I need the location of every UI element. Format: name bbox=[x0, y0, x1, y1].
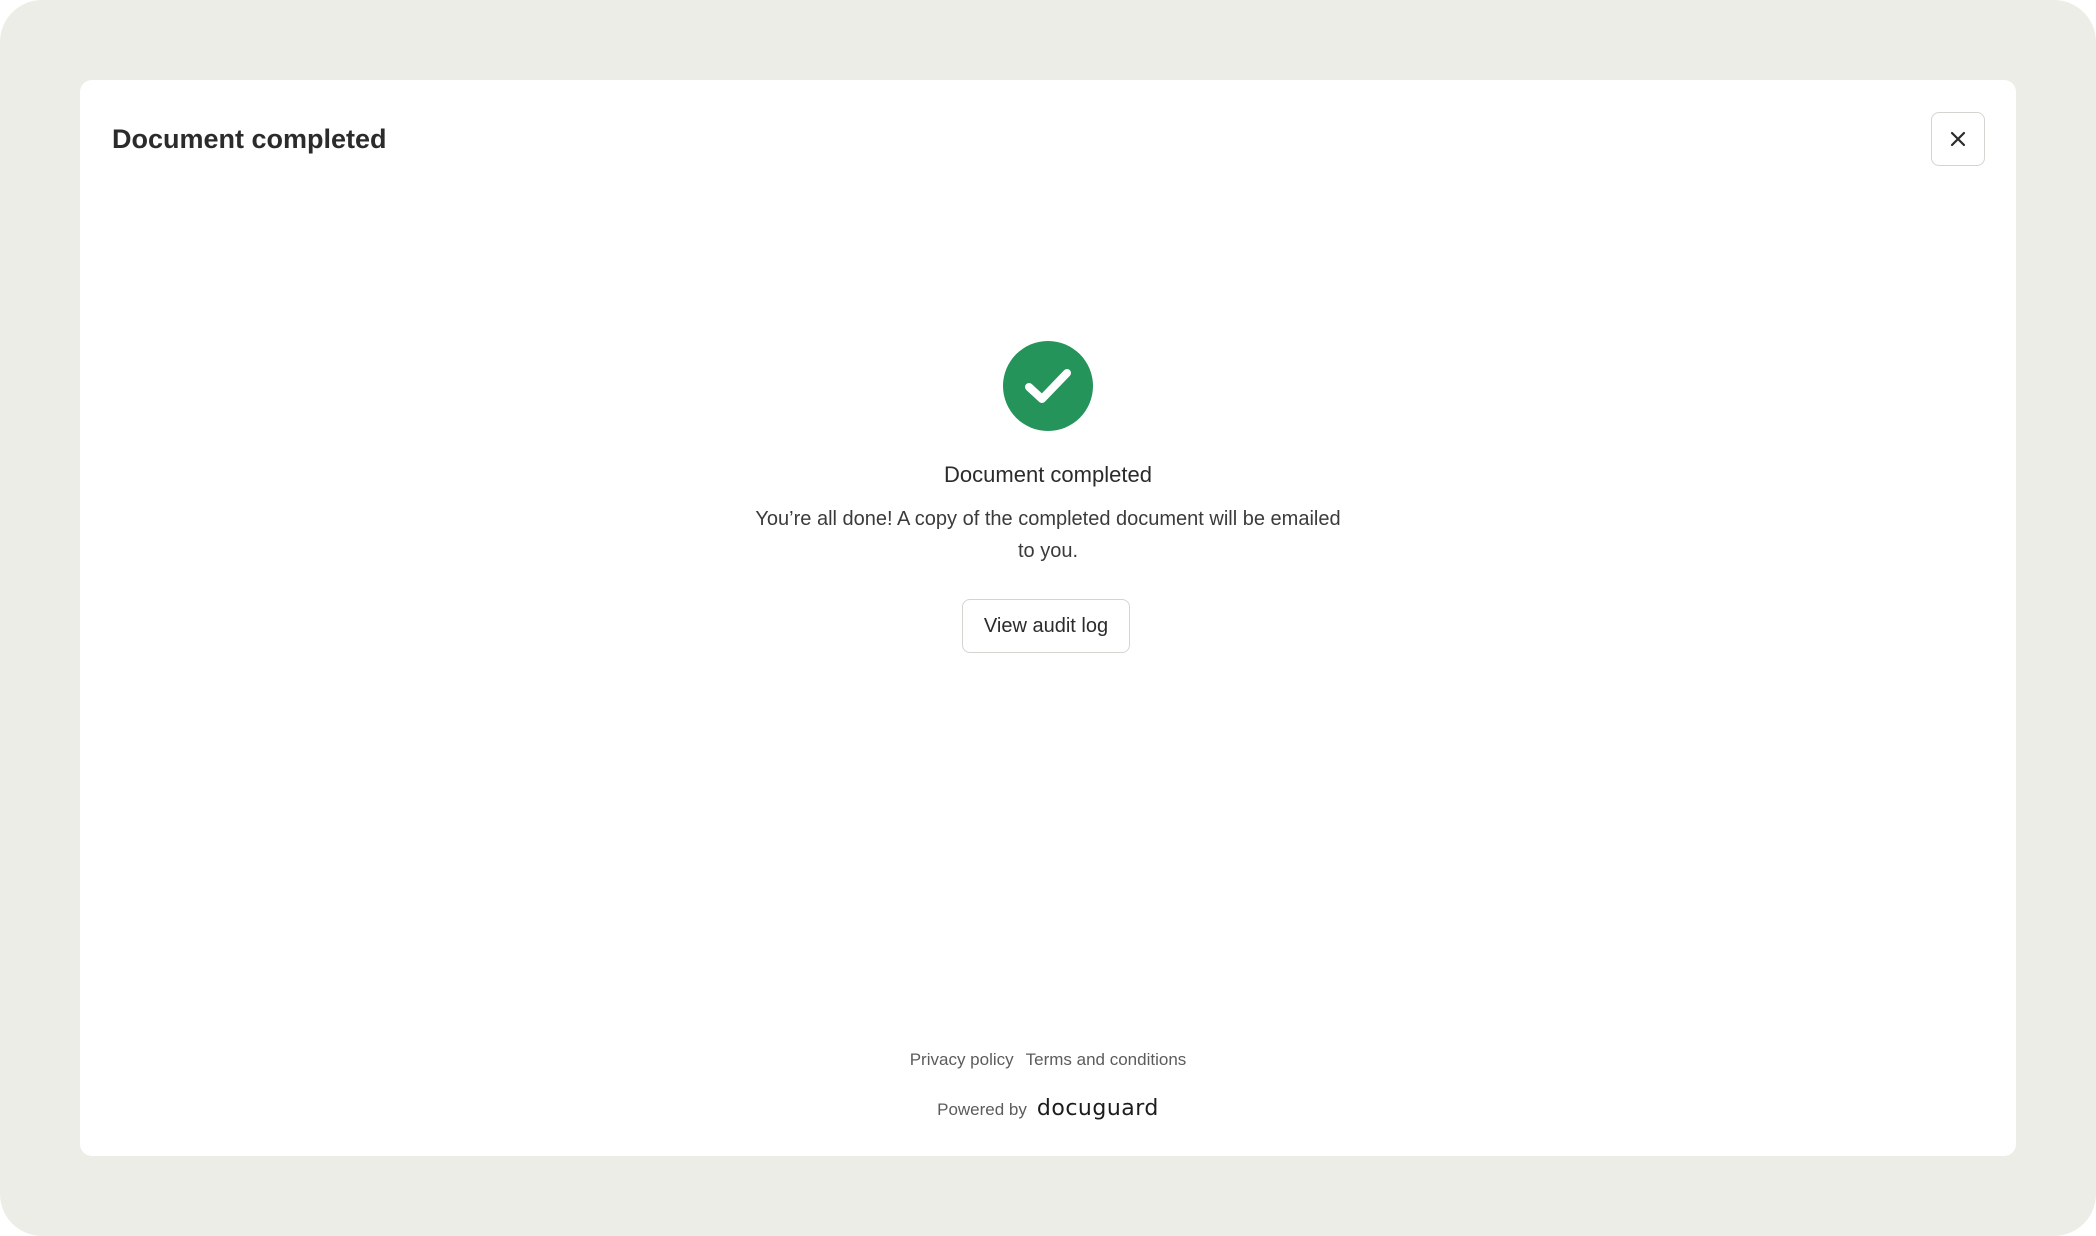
privacy-policy-link[interactable]: Privacy policy bbox=[910, 1050, 1014, 1070]
powered-by-label: Powered by bbox=[937, 1100, 1027, 1119]
brand-name: docuguard bbox=[1036, 1096, 1159, 1121]
terms-link[interactable]: Terms and conditions bbox=[1026, 1050, 1187, 1070]
powered-by: Powered by docuguard bbox=[80, 1098, 2016, 1121]
close-button[interactable] bbox=[1931, 112, 1985, 166]
completion-dialog: Document completed Document completed Yo… bbox=[80, 80, 2016, 1156]
status-message: You’re all done! A copy of the completed… bbox=[755, 508, 1341, 562]
view-audit-log-button[interactable]: View audit log bbox=[961, 599, 1131, 653]
completion-status: Document completed You’re all done! A co… bbox=[80, 341, 2016, 653]
footer-links: Privacy policy Terms and conditions bbox=[80, 1050, 2016, 1070]
status-title: Document completed bbox=[944, 462, 1152, 487]
close-icon bbox=[1949, 130, 1967, 148]
dialog-title: Document completed bbox=[112, 124, 387, 154]
app-background: Document completed Document completed Yo… bbox=[0, 0, 2096, 1236]
docuguard-logo: docuguard bbox=[1037, 1098, 1159, 1120]
check-circle-icon bbox=[1003, 341, 1093, 431]
